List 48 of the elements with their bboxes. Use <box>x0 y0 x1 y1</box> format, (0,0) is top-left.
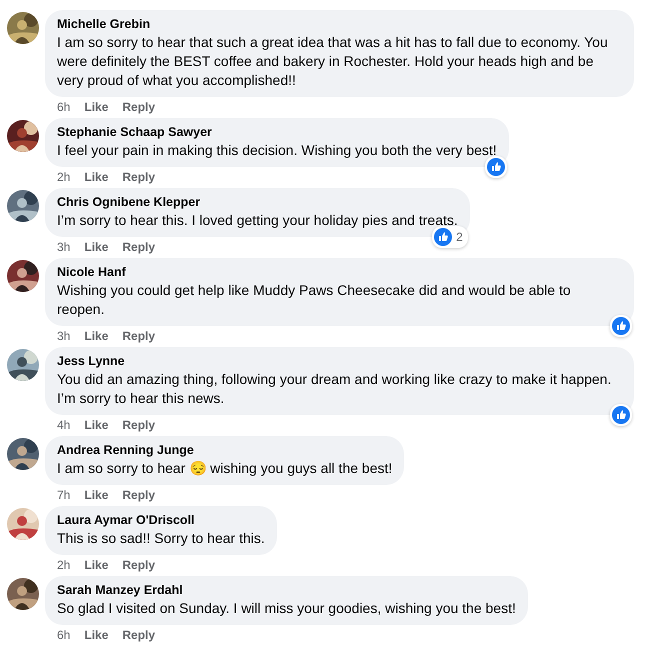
comment-text: I am so sorry to hear 😔 wishing you guys all the best! <box>57 459 392 478</box>
like-link[interactable]: Like <box>84 329 108 343</box>
reply-link[interactable]: Reply <box>122 488 156 502</box>
like-link[interactable]: Like <box>84 240 108 254</box>
reaction-badge[interactable]: 2 <box>432 226 468 248</box>
author-name: Andrea Renning Junge <box>57 442 195 458</box>
comment-text: So glad I visited on Sunday. I will miss your goodies, wishing you the best! <box>57 599 516 618</box>
like-link[interactable]: Like <box>84 558 108 572</box>
author-name: Stephanie Schaap Sawyer <box>57 124 213 140</box>
thumbs-up-icon <box>486 158 505 176</box>
comment-time: 6h <box>57 100 70 114</box>
author-name: Michelle Grebin <box>57 16 152 32</box>
reaction-count: 2 <box>456 230 464 244</box>
comment-time: 7h <box>57 488 70 502</box>
reply-link[interactable]: Reply <box>122 170 156 184</box>
like-link[interactable]: Like <box>84 488 108 502</box>
comment-text: Wishing you could get help like Muddy Paws Cheesecake did and would be able to reopen. <box>57 281 572 319</box>
author-name: Laura Aymar O'Driscoll <box>57 512 196 528</box>
comment-time: 2h <box>57 170 70 184</box>
like-link[interactable]: Like <box>84 418 108 432</box>
comment-time: 3h <box>57 329 70 343</box>
author-name: Jess Lynne <box>57 353 126 369</box>
thumbs-up-icon <box>612 406 630 424</box>
reply-link[interactable]: Reply <box>122 418 156 432</box>
comment-text: I am so sorry to hear that such a great idea that was a hit has to fall due to economy. You were definitely the BEST coffee and bakery in Rochester. Hold your heads high and be very proud of what you accomplished!! <box>57 33 609 90</box>
author-name: Sarah Manzey Erdahl <box>57 582 184 598</box>
reply-link[interactable]: Reply <box>122 628 156 642</box>
comment-time: 4h <box>57 418 70 432</box>
comment-time: 6h <box>57 628 70 642</box>
reply-link[interactable]: Reply <box>122 240 156 254</box>
reaction-badge[interactable] <box>610 404 632 426</box>
comment-time: 2h <box>57 558 70 572</box>
comment-text: This is so sad!! Sorry to hear this. <box>57 529 265 548</box>
thumbs-up-icon <box>434 228 452 246</box>
reaction-badge[interactable] <box>610 315 632 337</box>
like-link[interactable]: Like <box>84 100 108 114</box>
thumbs-up-icon <box>612 317 630 335</box>
comment-text: You did an amazing thing, following your dream and working like crazy to make it happen. I’m sorry to hear this news. <box>57 370 612 408</box>
author-name: Chris Ognibene Klepper <box>57 194 202 210</box>
comment-text: I feel your pain in making this decision. Wishing you both the very best! <box>57 141 497 160</box>
reply-link[interactable]: Reply <box>122 558 156 572</box>
comment-time: 3h <box>57 240 70 254</box>
reply-link[interactable]: Reply <box>122 100 156 114</box>
reply-link[interactable]: Reply <box>122 329 156 343</box>
reaction-badge[interactable] <box>484 156 507 178</box>
author-name: Nicole Hanf <box>57 264 127 280</box>
like-link[interactable]: Like <box>84 628 108 642</box>
like-link[interactable]: Like <box>84 170 108 184</box>
